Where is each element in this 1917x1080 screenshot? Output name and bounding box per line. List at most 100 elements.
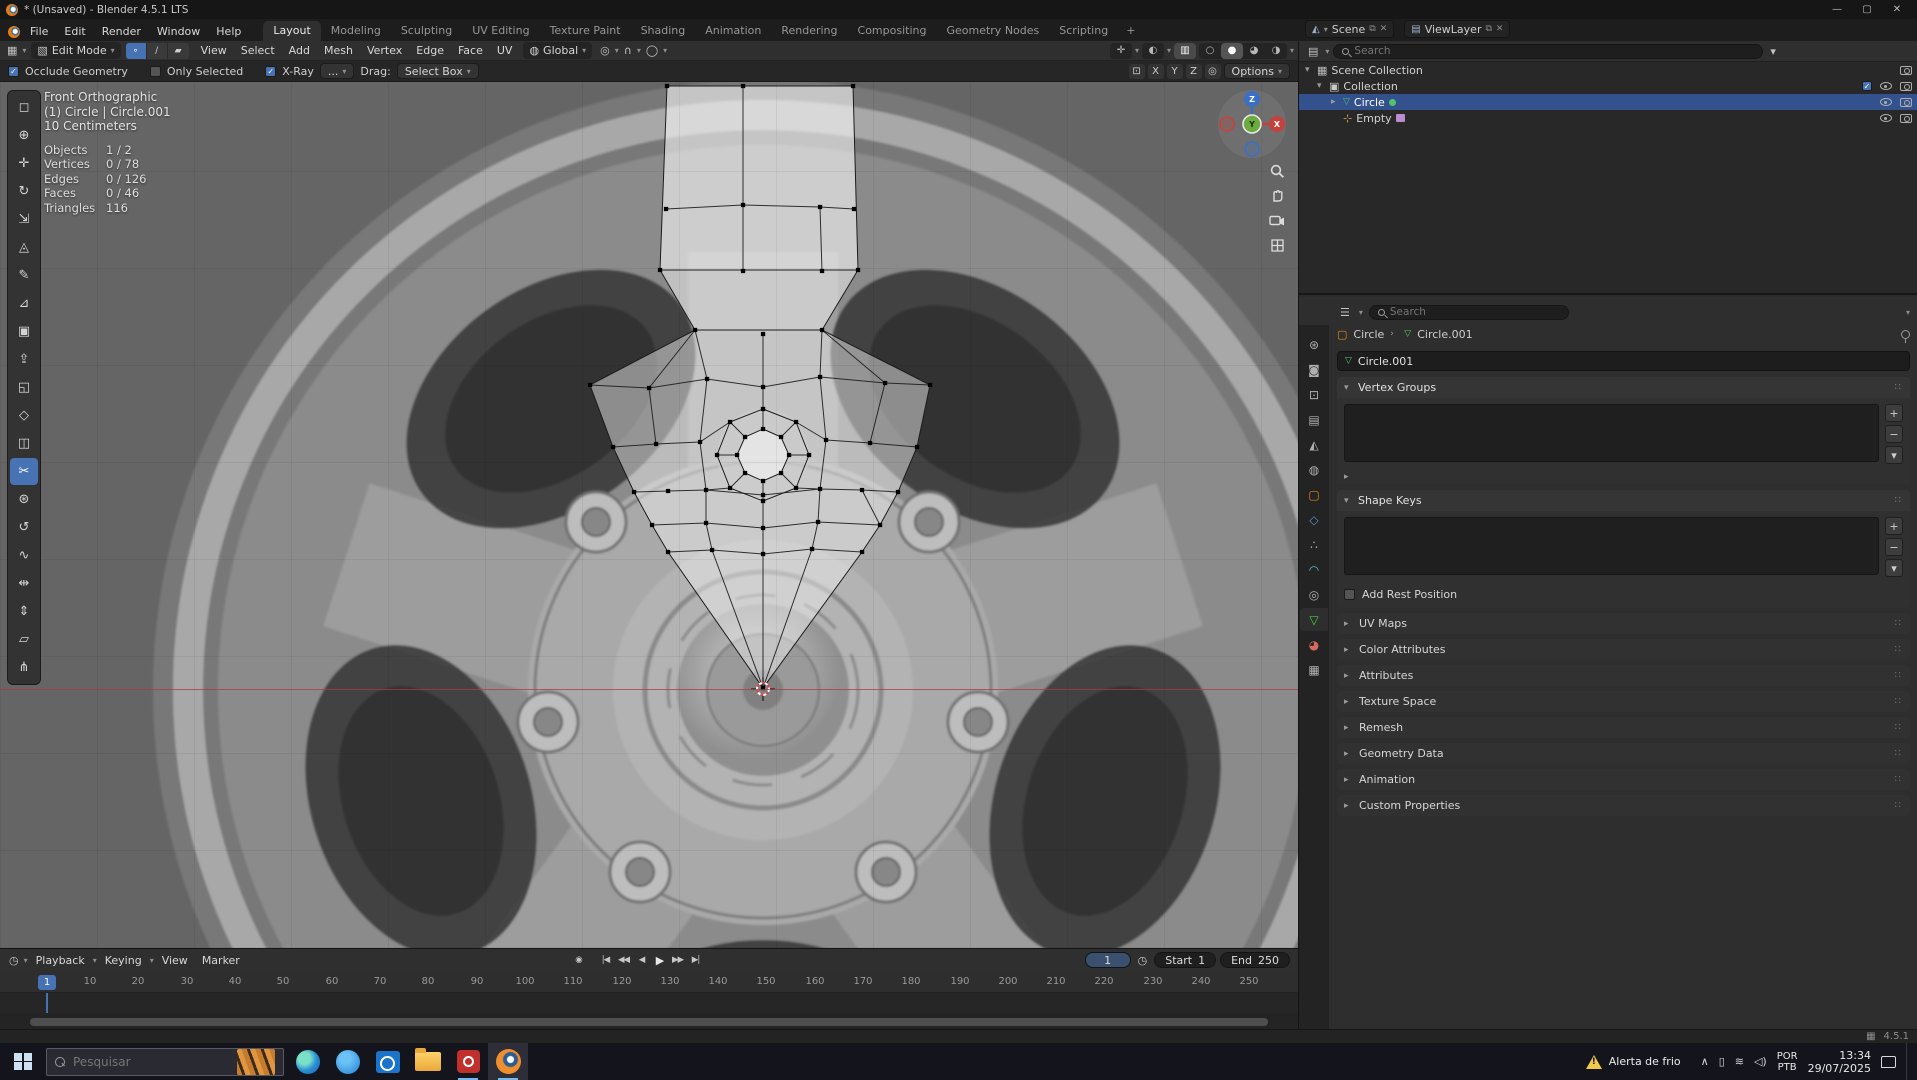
options-dropdown[interactable]: Options ▾ [1223,63,1290,79]
ortho-grid-icon[interactable] [1266,234,1288,256]
shape-key-specials-icon[interactable]: ▾ [1885,559,1903,577]
camera-view-icon[interactable] [1266,209,1288,231]
tab-view-layer[interactable]: ▤ [1300,408,1328,431]
axis-x-button[interactable]: X [1147,63,1164,79]
tab-world[interactable]: ◍ [1300,458,1328,481]
drag-grip-icon[interactable]: ∷ [1895,495,1903,506]
gizmo-z-label[interactable]: Z [1249,95,1255,104]
eye-icon[interactable] [1880,82,1892,90]
play-reverse-button[interactable]: ◀ [633,952,650,968]
tool-knife[interactable]: ✂ [10,458,38,485]
delete-view-layer-icon[interactable]: ✕ [1496,24,1504,34]
menu-help[interactable]: Help [208,22,249,41]
more-options-dropdown[interactable]: ... ▾ [319,63,355,79]
xray-toggle-icon[interactable]: ▥ [1173,42,1196,59]
play-button[interactable]: ▶ [651,952,668,968]
network-icon[interactable]: ≋ [1735,1055,1744,1068]
breadcrumb-data[interactable]: Circle.001 [1417,328,1472,341]
tab-rendering[interactable]: Rendering [771,21,847,41]
breadcrumb-object[interactable]: Circle [1353,328,1384,341]
expand-icon[interactable]: ▸ [1344,472,1352,482]
current-frame-field[interactable]: 1 [1084,952,1131,968]
tab-object[interactable]: ▢ [1300,483,1328,506]
current-frame-indicator[interactable]: 1 [38,975,56,990]
proportional-editing-icon[interactable]: ◯ [643,44,661,57]
notification-center-icon[interactable] [1881,1055,1896,1068]
menu-select[interactable]: Select [235,42,281,59]
camera-icon[interactable] [1900,81,1912,91]
menu-render[interactable]: Render [94,22,149,41]
add-shape-key-button[interactable]: + [1885,517,1903,535]
tool-shear[interactable]: ▱ [10,626,38,653]
frame-start-field[interactable]: Start 1 [1154,952,1217,968]
drag-grip-icon[interactable]: ∷ [1895,774,1903,785]
taskbar-outlook-icon[interactable] [368,1043,408,1080]
show-overlays-icon[interactable]: ◐ [1141,42,1164,59]
jump-to-end-button[interactable]: ▶| [687,952,704,968]
volume-icon[interactable]: ◁) [1754,1055,1767,1068]
tab-physics[interactable]: ◠ [1300,558,1328,581]
section-texture-space[interactable]: ▸ Texture Space ∷ [1337,691,1910,712]
outliner-row-collection[interactable]: ▾ ▣ Collection ✓ [1299,78,1917,94]
outliner-search-input[interactable] [1354,45,1755,57]
tool-transform[interactable]: ◬ [10,234,38,261]
render-visibility-icon[interactable] [1900,65,1912,75]
drag-mode-dropdown[interactable]: Select Box ▾ [396,63,479,79]
vertex-groups-list[interactable] [1344,404,1879,462]
section-color-attributes[interactable]: ▸ Color Attributes ∷ [1337,639,1910,660]
taskbar-browser-icon[interactable] [328,1043,368,1080]
drag-grip-icon[interactable]: ∷ [1895,748,1903,759]
tray-expand-icon[interactable]: ∧ [1701,1055,1709,1068]
tool-scale[interactable]: ⇲ [10,206,38,233]
section-animation[interactable]: ▸ Animation ∷ [1337,769,1910,790]
tab-compositing[interactable]: Compositing [848,21,937,41]
properties-search-input[interactable] [1389,306,1560,318]
scene-selector[interactable]: ◭ ▾ Scene ⧉ ✕ [1305,20,1395,38]
xray-checkbox[interactable]: ✓ [265,65,277,77]
tab-uv-editing[interactable]: UV Editing [462,21,539,41]
snap-magnet-icon[interactable]: ∩ [621,44,635,57]
remove-shape-key-button[interactable]: − [1885,538,1903,556]
prev-keyframe-button[interactable]: ◀◀ [615,952,632,968]
tool-add-cube[interactable]: ▣ [10,318,38,345]
expand-icon[interactable]: ▸ [1331,97,1339,107]
properties-search[interactable] [1368,304,1569,320]
tab-scripting[interactable]: Scripting [1049,21,1118,41]
menu-add[interactable]: Add [283,42,316,59]
menu-face[interactable]: Face [452,42,489,59]
shading-wireframe-icon[interactable]: ○ [1199,43,1221,59]
app-menu-icon[interactable] [8,26,20,38]
search-highlight-image[interactable] [237,1048,275,1075]
minimize-button[interactable]: — [1823,4,1851,15]
copy-view-layer-icon[interactable]: ⧉ [1485,24,1491,34]
drag-grip-icon[interactable]: ∷ [1895,644,1903,655]
menu-vertex[interactable]: Vertex [361,42,408,59]
outliner-row-empty[interactable]: ⊹ Empty [1299,110,1917,126]
tool-rip-region[interactable]: ⋔ [10,654,38,681]
section-attributes[interactable]: ▸ Attributes ∷ [1337,665,1910,686]
tool-edge-slide[interactable]: ⇹ [10,570,38,597]
copy-scene-icon[interactable]: ⧉ [1369,24,1375,34]
mirror-icon[interactable]: ⊡ [1128,63,1145,79]
next-keyframe-button[interactable]: ▶▶ [669,952,686,968]
shading-material-icon[interactable]: ◕ [1243,43,1265,59]
taskbar-search-input[interactable] [73,1054,229,1069]
taskbar-edge-icon[interactable] [288,1043,328,1080]
add-workspace-button[interactable]: + [1118,21,1143,41]
menu-window[interactable]: Window [149,22,208,41]
drag-grip-icon[interactable]: ∷ [1895,382,1903,393]
menu-view[interactable]: View [156,952,194,969]
outliner-row-circle[interactable]: ▸ ▽ Circle [1299,94,1917,110]
tab-object-data[interactable]: ▽ [1300,608,1328,631]
editor-type-icon[interactable]: ▤ [1305,45,1321,58]
menu-marker[interactable]: Marker [196,952,246,969]
mode-dropdown[interactable]: ▧ Edit Mode ▾ [31,42,121,59]
shape-keys-list[interactable] [1344,517,1879,575]
editor-type-icon[interactable]: ☰ [1337,306,1353,319]
axis-z-button[interactable]: Z [1185,63,1202,79]
drag-grip-icon[interactable]: ∷ [1895,618,1903,629]
camera-icon[interactable] [1900,97,1912,107]
tab-particles[interactable]: ∴ [1300,533,1328,556]
tool-spin[interactable]: ↺ [10,514,38,541]
playhead-line[interactable] [46,993,48,1013]
